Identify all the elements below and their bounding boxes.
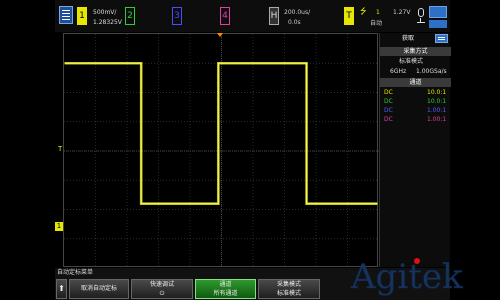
softkey-acq-mode[interactable]: 采集模式 标准模式	[258, 279, 320, 299]
ch3-coupling: DC	[384, 107, 393, 114]
softkey-cancel-autoscale[interactable]: 取消自动定标	[69, 279, 129, 299]
channels-header: 通道	[380, 78, 451, 87]
sample-bandwidth: 6GHz	[390, 68, 407, 75]
softkey-back-button[interactable]: ⬆	[56, 279, 67, 299]
softkey-channels-label: 通道	[219, 281, 232, 288]
channel-4-button[interactable]: 4	[220, 7, 230, 25]
softkey-acq-mode-value: 标准模式	[276, 290, 301, 297]
acquisition-panel: 获取 采集方式 标准模式 6GHz 1.00GSa/s 通道 DC 10.0:1…	[379, 33, 451, 267]
trigger-source: 1	[376, 9, 380, 16]
ch2-coupling: DC	[384, 98, 393, 105]
top-status-bar: 1 500mV/ 1.28325V 2 3 4 H 200.0us/ 0.0s …	[55, 0, 450, 32]
waveform-grid[interactable]	[63, 33, 379, 268]
ch1-ground-marker[interactable]: 1	[55, 222, 63, 231]
home-menu-icon[interactable]	[59, 6, 73, 24]
channel-2-button[interactable]: 2	[125, 7, 135, 25]
grid-svg	[64, 34, 379, 268]
panel-menu-icon[interactable]	[435, 34, 448, 43]
softkey-acq-mode-label: 采集模式	[276, 281, 301, 288]
ch1-waveform-trace	[64, 61, 378, 205]
delay-value: 0.0s	[288, 19, 301, 26]
softkey-menu-title: 自动定标菜单	[57, 269, 94, 276]
sample-rate: 1.00GSa/s	[416, 68, 447, 75]
horizontal-button[interactable]: H	[269, 7, 279, 25]
agitek-watermark-logo: Agitek	[349, 250, 499, 300]
acq-mode-value[interactable]: 标准模式	[399, 58, 423, 66]
ch1-scale: 500mV/	[93, 9, 117, 16]
softkey-cancel-autoscale-label: 取消自动定标	[80, 285, 117, 292]
mode-indicator-icon	[429, 20, 447, 28]
trigger-position-marker[interactable]	[217, 33, 223, 37]
watermark-text: Agitek	[350, 257, 463, 297]
ch3-probe-ratio: 1.00:1	[427, 107, 447, 114]
panel-title: 获取	[401, 35, 414, 42]
trigger-mode: 自动	[370, 20, 383, 27]
acq-mode-header: 采集方式	[380, 47, 451, 56]
softkey-channels-value: 所有通道	[213, 290, 238, 297]
display-icon[interactable]	[429, 6, 447, 18]
ch4-coupling: DC	[384, 116, 393, 123]
timebase-value: 200.0us/	[284, 9, 311, 16]
ch1-coupling: DC	[384, 89, 393, 96]
channel-3-button[interactable]: 3	[172, 7, 182, 25]
channel-1-button[interactable]: 1	[77, 7, 87, 25]
watermark-svg: Agitek	[350, 257, 463, 298]
softkey-channels[interactable]: 通道 所有通道	[195, 279, 256, 299]
trigger-button[interactable]: T	[344, 7, 354, 25]
ch1-waveform-core	[64, 62, 378, 205]
microphone-icon[interactable]	[417, 8, 425, 24]
ch2-probe-ratio: 10.0:1	[427, 98, 447, 105]
ch1-offset: 1.28325V	[93, 19, 122, 26]
power-icon: ⏻	[159, 290, 165, 297]
softkey-fast-debug[interactable]: 快速调试 ⏻	[131, 279, 193, 299]
trigger-level: 1.27V	[393, 9, 411, 16]
trigger-level-marker[interactable]: T	[58, 145, 62, 153]
trigger-slope-icon: ⭍	[360, 7, 367, 16]
softkey-fast-debug-label: 快速调试	[149, 281, 174, 288]
ch4-probe-ratio: 1.00:1	[427, 116, 447, 123]
ch1-probe-ratio: 10.0:1	[427, 89, 447, 96]
